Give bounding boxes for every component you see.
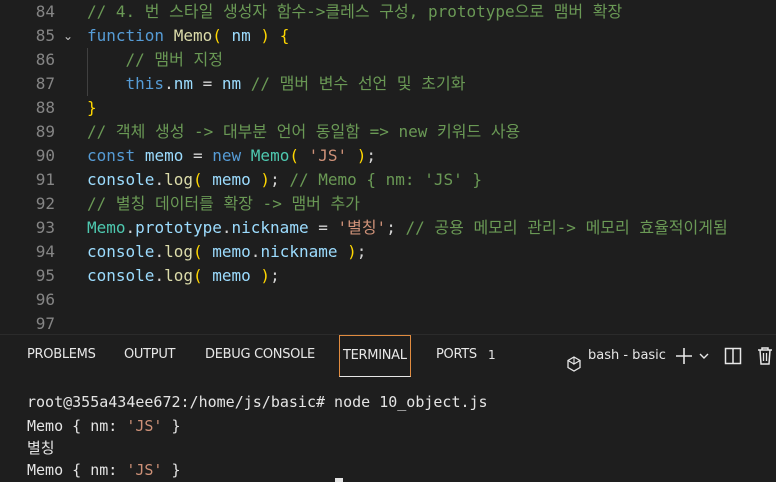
code-line[interactable]: 86 // 맴버 지정: [0, 48, 776, 72]
terminal-output[interactable]: root@355a434ee672:/home/js/basic# node 1…: [0, 377, 776, 482]
tab-output[interactable]: OUTPUT: [124, 335, 175, 377]
line-number: 91: [35, 170, 55, 189]
line-number: 92: [35, 194, 55, 213]
code-line[interactable]: 89 // 객체 생성 -> 대부분 언어 동일함 => new 키워드 사용: [0, 120, 776, 144]
code-text: const memo = new Memo( 'JS' );: [87, 146, 377, 165]
chevron-down-icon[interactable]: [698, 345, 710, 367]
split-terminal-icon[interactable]: [724, 345, 742, 367]
code-line[interactable]: 88}: [0, 96, 776, 120]
code-line[interactable]: 96: [0, 288, 776, 312]
code-line[interactable]: 94 console.log( memo.nickname );: [0, 240, 776, 264]
code-line[interactable]: 84 // 4. 번 스타일 생성자 함수->클레스 구성, prototype으…: [0, 0, 776, 24]
code-text: console.log( memo ); // Memo { nm: 'JS' …: [87, 170, 482, 189]
code-text: // 객체 생성 -> 대부분 언어 동일함 => new 키워드 사용: [87, 122, 521, 141]
line-number: 85: [35, 26, 55, 45]
line-number: 90: [35, 146, 55, 165]
line-number: 93: [35, 218, 55, 237]
tab-ports[interactable]: PORTS: [436, 335, 477, 377]
line-number: 97: [35, 314, 55, 333]
line-number: 87: [35, 74, 55, 93]
fold-chevron-icon[interactable]: ⌄: [63, 24, 77, 48]
code-editor[interactable]: 84 // 4. 번 스타일 생성자 함수->클레스 구성, prototype으…: [0, 0, 776, 334]
terminal-output-line: Memo { nm: 'JS' }: [27, 417, 181, 435]
line-number: 86: [35, 50, 55, 69]
line-number: 94: [35, 242, 55, 261]
terminal-cursor: [335, 478, 343, 482]
code-line[interactable]: 87 this.nm = nm // 맴버 변수 선언 및 초기화: [0, 72, 776, 96]
code-line[interactable]: 92 // 별칭 데이터를 확장 -> 맴버 추가: [0, 192, 776, 216]
code-line[interactable]: 97: [0, 312, 776, 334]
terminal-name-label: bash - basic: [588, 348, 666, 363]
tab-terminal[interactable]: TERMINAL: [339, 335, 411, 377]
terminal-selector[interactable]: bash - basic: [566, 335, 666, 377]
code-line[interactable]: 90 const memo = new Memo( 'JS' );: [0, 144, 776, 168]
trash-icon[interactable]: [756, 345, 774, 367]
code-text: console.log( memo.nickname );: [87, 242, 367, 261]
code-line[interactable]: 93 Memo.prototype.nickname = '별칭'; // 공용 …: [0, 216, 776, 240]
line-number: 95: [35, 266, 55, 285]
panel-header: PROBLEMS OUTPUT DEBUG CONSOLE TERMINAL P…: [0, 335, 776, 377]
code-text: this.nm = nm // 맴버 변수 선언 및 초기화: [125, 74, 466, 93]
line-number: 84: [35, 2, 55, 21]
line-number: 96: [35, 290, 55, 309]
code-line[interactable]: 95 console.log( memo );: [0, 264, 776, 288]
tab-debug-console[interactable]: DEBUG CONSOLE: [205, 335, 315, 377]
tab-problems[interactable]: PROBLEMS: [27, 335, 96, 377]
code-line[interactable]: 85 ⌄ function Memo( nm ) {: [0, 24, 776, 48]
line-number: 89: [35, 122, 55, 141]
terminal-output-line: 별칭: [27, 439, 55, 457]
terminal-shell-icon: [566, 348, 582, 372]
ports-count-badge: 1: [488, 348, 496, 362]
plus-icon[interactable]: [675, 345, 693, 367]
code-text: // 별칭 데이터를 확장 -> 맴버 추가: [87, 194, 360, 213]
terminal-output-line: Memo { nm: 'JS' }: [27, 461, 181, 479]
code-text: function Memo( nm ) {: [87, 26, 290, 45]
terminal-command-line: root@355a434ee672:/home/js/basic# node 1…: [27, 393, 488, 411]
code-text: }: [87, 98, 97, 117]
code-text: // 맴버 지정: [125, 50, 223, 69]
line-number: 88: [35, 98, 55, 117]
code-text: console.log( memo );: [87, 266, 280, 285]
code-text: // 4. 번 스타일 생성자 함수->클레스 구성, prototype으로 …: [87, 2, 623, 21]
code-line[interactable]: 91 console.log( memo ); // Memo { nm: 'JS…: [0, 168, 776, 192]
code-text: Memo.prototype.nickname = '별칭'; // 공용 메모…: [87, 218, 728, 237]
